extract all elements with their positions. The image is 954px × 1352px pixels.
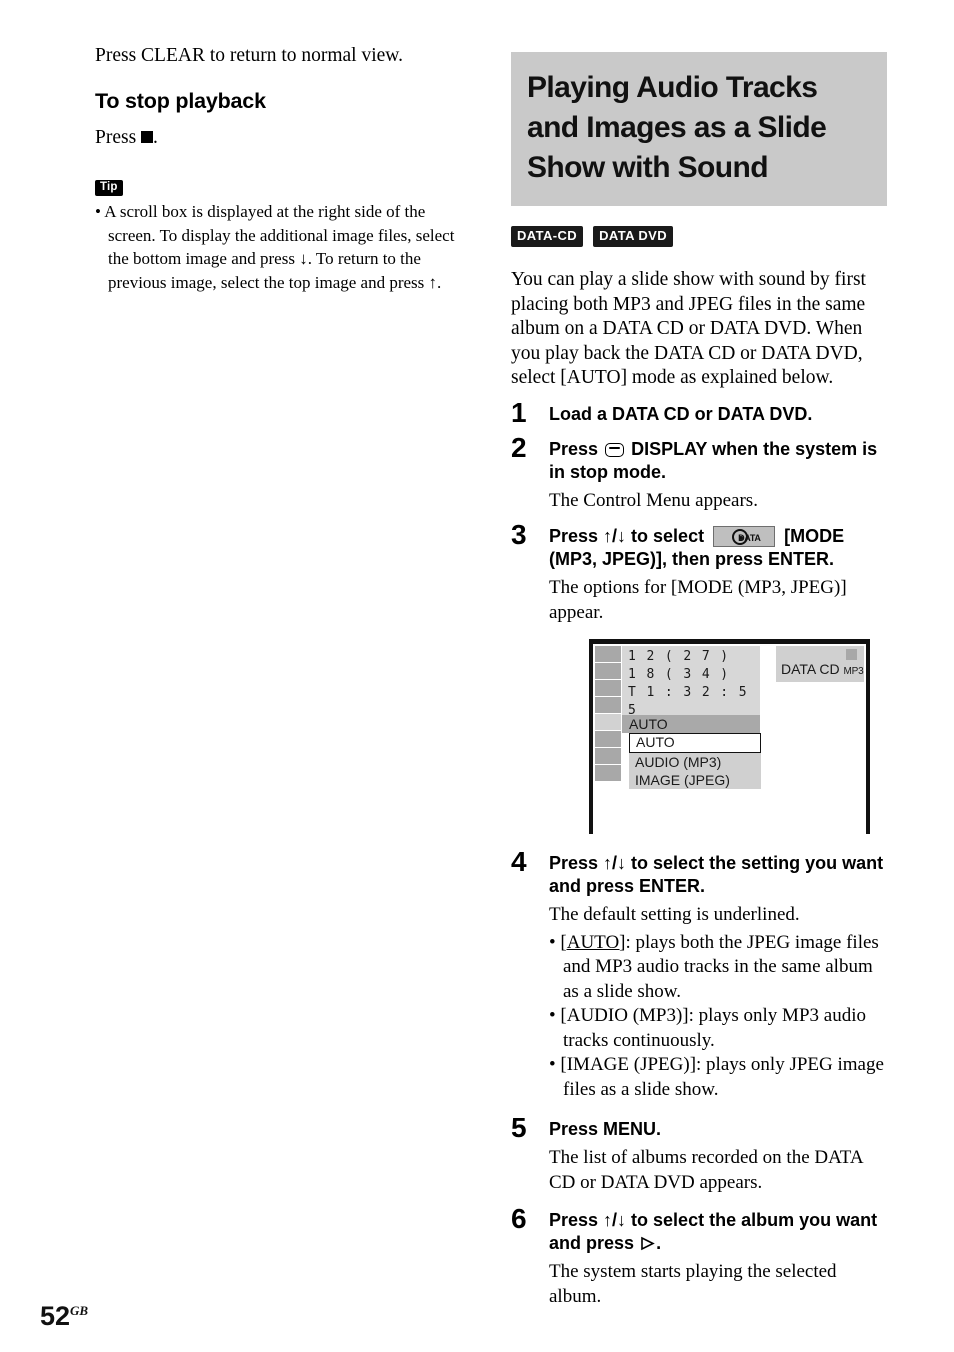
data-mode-chip-icon: DATA [713, 526, 776, 547]
osd-info-line-1: 1 2 ( 2 7 ) [628, 649, 730, 664]
step-6-body: The system starts playing the selected a… [549, 1261, 837, 1307]
clear-instruction: Press CLEAR to return to normal view. [95, 45, 403, 66]
badge-data-dvd: DATA DVD [593, 226, 674, 247]
step-1-number: 1 [511, 396, 527, 428]
step-3-title: Press ↑/↓ to select DATA [MODE (MP3, JPE… [549, 525, 887, 571]
osd-info-line-2: 1 8 ( 3 4 ) [628, 667, 730, 682]
option-auto-term: [AUTO] [560, 931, 626, 953]
badge-data-cd: DATA-CD [511, 226, 584, 247]
option-audio-term: [AUDIO (MP3)] [560, 1005, 689, 1026]
osd-icon-column [595, 646, 621, 782]
step-3-body: The options for [MODE (MP3, JPEG)] appea… [549, 577, 847, 623]
step-4: 4 Press ↑/↓ to select the setting you wa… [511, 847, 887, 1103]
right-column: Playing Audio Tracks and Images as a Sli… [511, 52, 887, 1309]
tip-badge: Tip [95, 180, 123, 196]
osd-disc-label: DATA CD MP3 [781, 661, 864, 679]
step-3-title-before: Press ↑/↓ to select [549, 526, 705, 546]
osd-disc-format: MP3 [843, 666, 864, 677]
osd-menu-item-image-jpeg[interactable]: IMAGE (JPEG) [629, 771, 761, 789]
page-number: 52 [40, 1301, 71, 1331]
step-2: 2 Press DISPLAY when the system is in st… [511, 432, 887, 514]
step-5-number: 5 [511, 1112, 527, 1143]
osd-icon-cell [595, 731, 621, 747]
press-stop-instruction: Press . [95, 124, 467, 151]
step-6-title: Press ↑/↓ to select the album you want a… [549, 1209, 887, 1255]
data-chip-label: DATA [738, 533, 761, 543]
osd-current-setting-bar: AUTO [622, 715, 760, 733]
manual-page: Press CLEAR to return to normal view. To… [0, 0, 954, 1352]
step-2-number: 2 [511, 431, 527, 463]
step-2-title-before: Press [549, 438, 599, 459]
step-1-title: Load a DATA CD or DATA DVD. [549, 403, 813, 424]
tip-list-item: A scroll box is displayed at the right s… [95, 200, 467, 294]
step-6-title-after: . [656, 1233, 662, 1253]
subheading-stop-playback: To stop playback [95, 89, 266, 113]
osd-icon-cell-selected [595, 714, 621, 730]
osd-info-panel: 1 2 ( 2 7 ) 1 8 ( 3 4 ) T 1 : 3 2 : 5 5 [622, 646, 760, 718]
step-5-body: The list of albums recorded on the DATA … [549, 1147, 863, 1193]
step-2-body: The Control Menu appears. [549, 489, 758, 511]
osd-icon-cell [595, 646, 621, 662]
osd-icon-cell [595, 663, 621, 679]
press-stop-prefix: Press [95, 127, 137, 148]
left-column: Press CLEAR to return to normal view. To… [95, 42, 467, 294]
option-auto: [AUTO]: plays both the JPEG image files … [549, 931, 887, 1005]
tv-screen-diagram: 1 2 ( 2 7 ) 1 8 ( 3 4 ) T 1 : 3 2 : 5 5 … [589, 639, 870, 834]
step-3-number: 3 [511, 519, 527, 550]
step-4-number: 4 [511, 846, 527, 877]
osd-menu-item-auto[interactable]: AUTO [629, 733, 761, 753]
step-2-title-after: DISPLAY when the system is in stop mode. [549, 438, 878, 482]
section-banner: Playing Audio Tracks and Images as a Sli… [511, 52, 887, 206]
page-folio: 52GB [40, 1297, 88, 1330]
osd-icon-cell [595, 765, 621, 781]
osd-icon-cell [595, 697, 621, 713]
page-region-suffix: GB [70, 1303, 89, 1318]
option-audio-mp3: [AUDIO (MP3)]: plays only MP3 audio trac… [549, 1004, 887, 1053]
step-6-title-before: Press ↑/↓ to select the album you want a… [549, 1210, 878, 1253]
step-4-option-list: [AUTO]: plays both the JPEG image files … [549, 931, 887, 1103]
osd-mode-dropdown: AUTO AUDIO (MP3) IMAGE (JPEG) [629, 733, 761, 789]
step-4-body: The default setting is underlined. [549, 904, 800, 925]
press-stop-suffix: . [153, 127, 158, 148]
section-intro-paragraph: You can play a slide show with sound by … [511, 269, 866, 388]
osd-disc-type: DATA CD [781, 661, 840, 677]
step-6: 6 Press ↑/↓ to select the album you want… [511, 1204, 887, 1309]
page-title: Playing Audio Tracks and Images as a Sli… [527, 71, 827, 184]
step-5: 5 Press MENU. The list of albums recorde… [511, 1113, 887, 1195]
osd-icon-cell [595, 680, 621, 696]
step-1: 1 Load a DATA CD or DATA DVD. [511, 397, 887, 427]
step-4-title: Press ↑/↓ to select the setting you want… [549, 853, 884, 896]
play-outline-icon [640, 1234, 655, 1251]
step-3: 3 Press ↑/↓ to select DATA [MODE (MP3, J… [511, 520, 887, 834]
disc-badge-row: DATA-CD DATA DVD [511, 226, 887, 247]
step-2-title: Press DISPLAY when the system is in stop… [549, 438, 887, 484]
display-button-icon [605, 442, 625, 457]
step-6-number: 6 [511, 1203, 527, 1234]
option-image-jpeg: [IMAGE (JPEG)]: plays only JPEG image fi… [549, 1053, 887, 1102]
osd-menu-item-audio-mp3[interactable]: AUDIO (MP3) [629, 753, 761, 771]
tip-list: A scroll box is displayed at the right s… [95, 200, 467, 294]
stop-square-icon [141, 131, 154, 143]
step-5-title: Press MENU. [549, 1119, 662, 1139]
option-image-term: [IMAGE (JPEG)] [560, 1054, 697, 1075]
osd-disc-square-icon [846, 649, 857, 660]
osd-disc-indicator: DATA CD MP3 [776, 646, 864, 682]
osd-icon-cell [595, 748, 621, 764]
